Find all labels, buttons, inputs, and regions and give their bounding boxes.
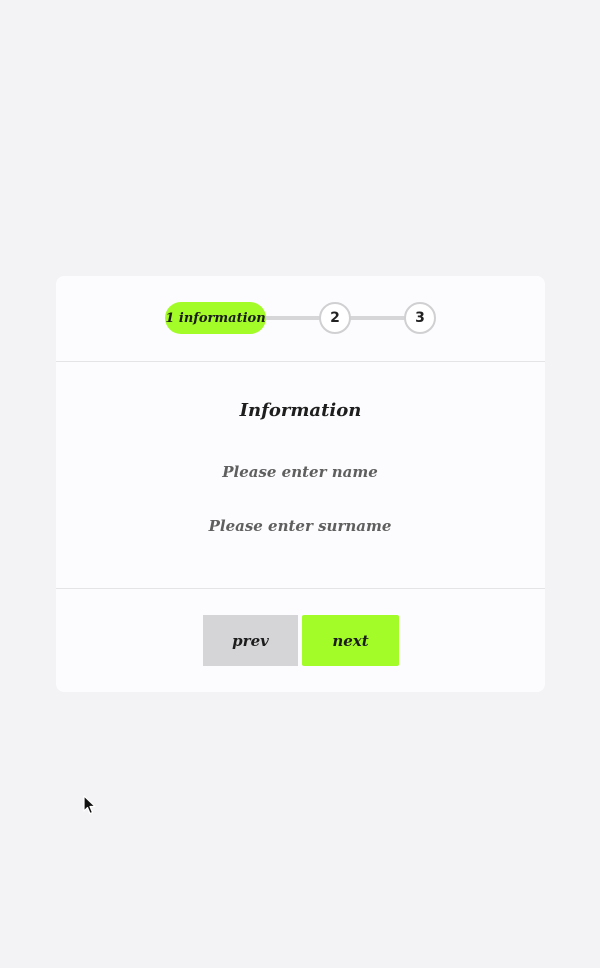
wizard-card: 1 information 2 3 Information prev next [56,276,545,692]
wizard-footer: prev next [56,588,545,693]
next-button[interactable]: next [302,615,399,666]
prev-button[interactable]: prev [203,615,298,666]
step-1-active[interactable]: 1 information [165,302,266,334]
step-connector-2 [350,316,406,320]
step-3[interactable]: 3 [404,302,436,334]
step-2[interactable]: 2 [319,302,351,334]
name-input[interactable] [150,458,450,486]
section-title: Information [239,400,362,421]
step-connector-1 [261,316,321,320]
stepper: 1 information 2 3 [56,276,545,362]
surname-input[interactable] [150,512,450,540]
mouse-pointer-icon [83,795,96,815]
